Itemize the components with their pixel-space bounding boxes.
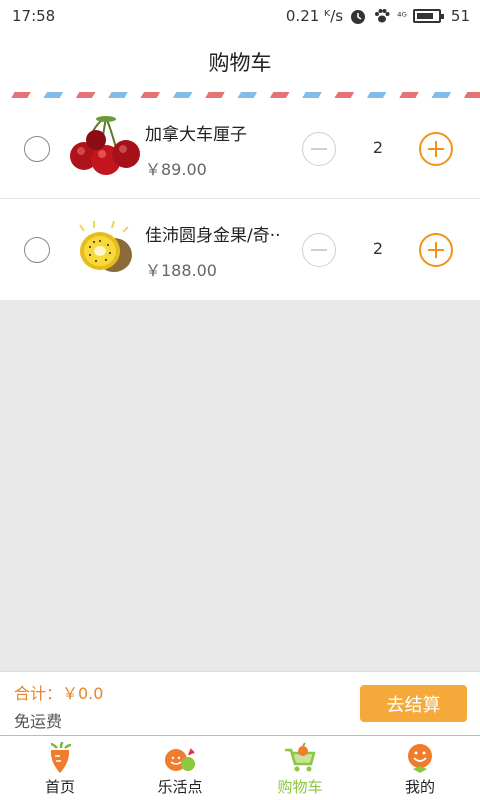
cherries-image bbox=[66, 116, 142, 178]
faces-icon bbox=[165, 748, 195, 771]
checkout-button[interactable]: 去结算 bbox=[360, 685, 467, 722]
bottom-tab-bar: 首页 乐活点 购物车 我的 bbox=[0, 735, 480, 800]
item-price: ￥89.00 bbox=[145, 160, 207, 179]
decrease-quantity-button[interactable] bbox=[302, 132, 336, 166]
increase-quantity-button[interactable] bbox=[419, 233, 453, 267]
select-item-radio[interactable] bbox=[24, 136, 50, 162]
item-price: ￥188.00 bbox=[145, 261, 217, 280]
status-time: 17:58 bbox=[12, 7, 56, 25]
item-quantity: 2 bbox=[372, 239, 384, 258]
paw-icon bbox=[375, 9, 390, 23]
battery-icon bbox=[412, 9, 444, 23]
signal-icon: ⁴ᴳ bbox=[397, 9, 407, 23]
cart-list: 加拿大车厘子 ￥89.00 2 佳沛圆身金果/奇·· ￥188.00 2 bbox=[0, 98, 480, 300]
tab-home[interactable]: 首页 bbox=[0, 736, 120, 800]
cart-item[interactable]: 加拿大车厘子 ￥89.00 2 bbox=[0, 98, 480, 199]
page-title-bar: 购物车 bbox=[0, 32, 480, 92]
kiwi-image bbox=[66, 217, 142, 279]
smiley-icon bbox=[408, 744, 432, 773]
page-title: 购物车 bbox=[208, 51, 272, 75]
item-quantity: 2 bbox=[372, 138, 384, 157]
carrot-home-icon bbox=[50, 742, 72, 773]
increase-quantity-button[interactable] bbox=[419, 132, 453, 166]
tab-label: 乐活点 bbox=[157, 778, 203, 796]
tab-cart[interactable]: 购物车 bbox=[240, 736, 360, 800]
battery-level: 51 bbox=[450, 7, 470, 25]
tab-lehuodian[interactable]: 乐活点 bbox=[120, 736, 240, 800]
cart-icon bbox=[285, 742, 316, 772]
cart-item[interactable]: 佳沛圆身金果/奇·· ￥188.00 2 bbox=[0, 199, 480, 300]
network-speed: 0.21 ᴷ/s bbox=[285, 7, 344, 25]
alarm-icon bbox=[351, 10, 366, 24]
free-shipping-label: 免运费 bbox=[14, 712, 63, 731]
tab-label: 我的 bbox=[404, 778, 435, 796]
item-name[interactable]: 加拿大车厘子 bbox=[145, 120, 247, 145]
total-price: 合计：￥0.0 bbox=[14, 684, 104, 703]
checkout-summary-bar: 合计：￥0.0 免运费 去结算 bbox=[0, 671, 480, 735]
status-icons: 0.21 ᴷ/s ⁴ᴳ 51 bbox=[286, 7, 470, 25]
item-name[interactable]: 佳沛圆身金果/奇·· bbox=[145, 221, 281, 246]
tab-mine[interactable]: 我的 bbox=[360, 736, 480, 800]
status-bar: 17:58 0.21 ᴷ/s ⁴ᴳ 51 bbox=[0, 0, 480, 32]
decrease-quantity-button[interactable] bbox=[302, 233, 336, 267]
select-item-radio[interactable] bbox=[24, 237, 50, 263]
tab-label: 首页 bbox=[44, 778, 75, 796]
tab-label: 购物车 bbox=[277, 778, 323, 796]
